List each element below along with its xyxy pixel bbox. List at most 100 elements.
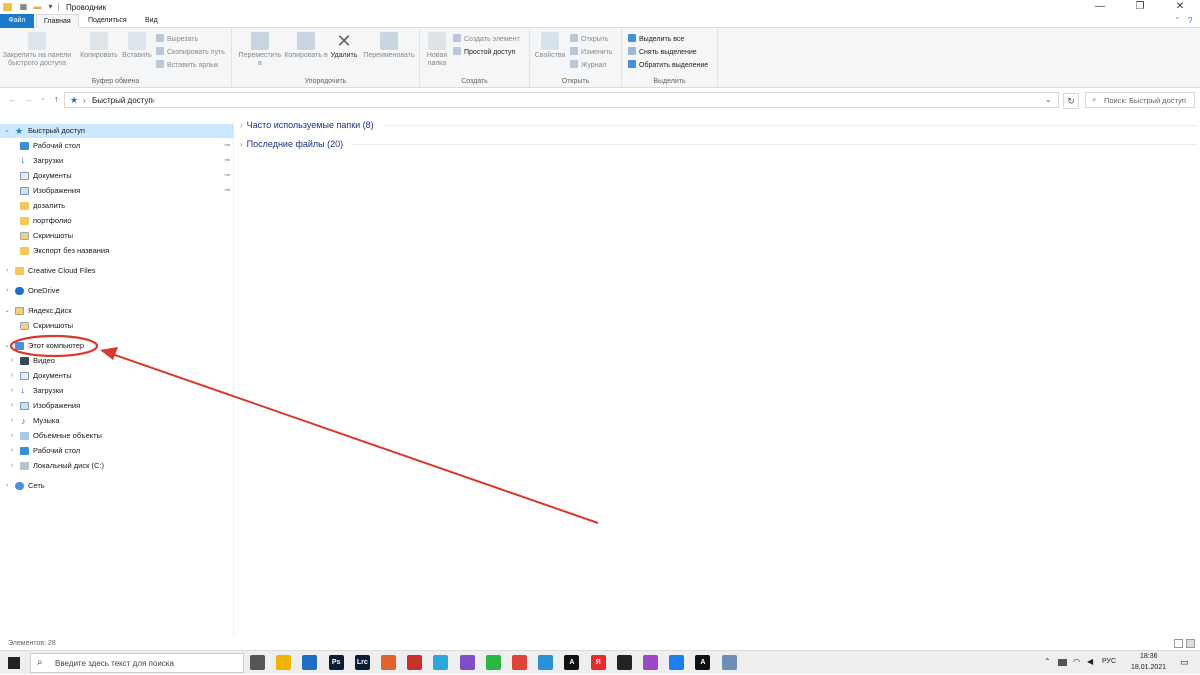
collapsed-chevron-icon[interactable]: › (8, 459, 16, 473)
lightroom-icon[interactable]: Lrc (354, 655, 370, 670)
sidebar-item-desktop[interactable]: Рабочий стол ⊸ (0, 139, 234, 153)
pin-icon[interactable]: ⊸ (224, 184, 230, 198)
new-folder-quick-icon[interactable]: ▬ (33, 2, 42, 11)
collapsed-chevron-icon[interactable]: › (8, 399, 16, 413)
up-arrow-icon[interactable]: ↑ (54, 94, 59, 104)
language-indicator[interactable]: РУС (1102, 658, 1116, 665)
frequent-folders-group[interactable]: › Часто используемые папки (8) (240, 118, 374, 132)
mail-icon[interactable] (302, 655, 318, 670)
app-window-icon[interactable] (721, 655, 737, 670)
wifi-icon[interactable]: ◠ (1073, 657, 1080, 666)
history-button[interactable]: Журнал (570, 60, 607, 71)
pin-icon[interactable]: ⊸ (224, 154, 230, 168)
sidebar-item-onedrive[interactable]: › OneDrive (0, 284, 234, 298)
tab-home[interactable]: Главная (36, 14, 79, 28)
whatsapp-icon[interactable] (485, 655, 501, 670)
sidebar-item-dozalit[interactable]: дозалить (0, 199, 234, 213)
copy-to-button[interactable]: Копировать в (284, 32, 328, 60)
sidebar-item-pictures[interactable]: Изображения ⊸ (0, 184, 234, 198)
select-all-button[interactable]: Выделить все (628, 34, 684, 45)
open-button[interactable]: Открыть (570, 34, 609, 45)
sidebar-item-network[interactable]: › Сеть (0, 479, 234, 493)
sidebar-item-pc-downloads[interactable]: › ↓ Загрузки (0, 384, 234, 398)
select-none-button[interactable]: Снять выделение (628, 47, 697, 58)
firefox-icon[interactable] (669, 655, 685, 670)
collapsed-chevron-icon[interactable]: › (8, 429, 16, 443)
address-field[interactable]: ★ › Быстрый доступ › ⌄ (64, 92, 1059, 108)
app-purple-icon[interactable] (643, 655, 658, 670)
notifications-icon[interactable]: ▭ (1180, 657, 1189, 668)
tab-file[interactable]: Файл (0, 14, 34, 28)
collapsed-chevron-icon[interactable]: › (8, 354, 16, 368)
app-blue-icon[interactable] (538, 655, 554, 670)
sidebar-item-downloads[interactable]: ↓ Загрузки ⊸ (0, 154, 234, 168)
pin-icon[interactable]: ⊸ (224, 169, 230, 183)
tab-share[interactable]: Поделиться (81, 14, 134, 28)
sidebar-item-music[interactable]: › ♪ Музыка (0, 414, 234, 428)
breadcrumb-quick-access[interactable]: Быстрый доступ (92, 96, 153, 105)
explorer-icon[interactable] (276, 655, 292, 670)
sidebar-item-yandex-disk[interactable]: ⌄ Яндекс.Диск (0, 304, 234, 318)
chrome-icon[interactable] (512, 655, 527, 670)
yandex-browser-icon[interactable]: Я (590, 655, 606, 670)
easy-access-button[interactable]: Простой доступ (453, 47, 515, 58)
expanded-chevron-icon[interactable]: ⌄ (3, 339, 11, 353)
expanded-chevron-icon[interactable]: ⌄ (3, 304, 11, 318)
properties-button[interactable]: Свойства (532, 32, 568, 60)
breadcrumb-chevron-icon[interactable]: › (152, 96, 155, 105)
invert-selection-button[interactable]: Обратить выделение (628, 60, 708, 71)
sidebar-item-pc-documents[interactable]: › Документы (0, 369, 234, 383)
sidebar-item-videos[interactable]: › Видео (0, 354, 234, 368)
new-item-button[interactable]: Создать элемент (453, 34, 520, 45)
paste-button[interactable]: Вставить (120, 32, 154, 60)
tab-view[interactable]: Вид (138, 14, 165, 28)
sidebar-item-local-disk-c[interactable]: › Локальный диск (C:) (0, 459, 234, 473)
sidebar-item-this-pc[interactable]: ⌄ Этот компьютер (0, 339, 234, 353)
address-dropdown-icon[interactable]: ⌄ (1045, 95, 1052, 104)
telegram-icon[interactable] (433, 655, 449, 670)
app-orange-icon[interactable] (381, 655, 396, 670)
sidebar-item-export[interactable]: Экспорт без названия (0, 244, 234, 258)
sidebar-item-3d-objects[interactable]: › Объемные объекты (0, 429, 234, 443)
collapsed-chevron-icon[interactable]: › (8, 444, 16, 458)
collapsed-chevron-icon[interactable]: › (8, 369, 16, 383)
details-view-icon[interactable] (1174, 639, 1183, 648)
recent-files-group[interactable]: › Последние файлы (20) (240, 137, 343, 151)
recent-locations-chevron-icon[interactable]: ⌄ (40, 94, 46, 102)
sidebar-item-screenshots[interactable]: Скриншоты (0, 229, 234, 243)
expanded-chevron-icon[interactable]: ⌄ (3, 124, 11, 138)
sidebar-item-pc-desktop[interactable]: › Рабочий стол (0, 444, 234, 458)
pin-icon[interactable]: ⊸ (224, 139, 230, 153)
new-folder-button[interactable]: Новая папка (422, 32, 452, 68)
collapsed-chevron-icon[interactable]: › (8, 414, 16, 428)
taskbar-search-box[interactable]: ⌕ Введите здесь текст для поиска (30, 653, 244, 673)
copy-path-button[interactable]: Скопировать путь (156, 47, 225, 58)
rename-button[interactable]: Переименовать (360, 32, 418, 60)
tray-overflow-chevron-icon[interactable]: ⌃ (1044, 657, 1051, 666)
collapsed-chevron-icon[interactable]: › (3, 284, 11, 298)
restore-button[interactable]: ❐ (1120, 0, 1160, 14)
pin-quick-access-button[interactable]: Закрепить на панели быстрого доступа (2, 32, 72, 68)
app-a-icon[interactable]: A (564, 655, 580, 670)
sidebar-item-quick-access[interactable]: ⌄ ★ Быстрый доступ (0, 124, 234, 138)
edit-button[interactable]: Изменить (570, 47, 613, 58)
move-to-button[interactable]: Переместить в (236, 32, 284, 68)
sidebar-item-creative-cloud[interactable]: › Creative Cloud Files (0, 264, 234, 278)
sidebar-item-yandex-screenshots[interactable]: Скриншоты (0, 319, 234, 333)
clock-date[interactable]: 18.01.2021 (1131, 664, 1166, 671)
speaker-icon[interactable]: ◀ (1087, 657, 1093, 666)
customize-quick-access-icon[interactable]: ▾ (46, 2, 55, 11)
photoshop-icon[interactable]: Ps (328, 655, 344, 670)
ribbon-collapse-icon[interactable]: ⌃ (1174, 16, 1181, 25)
sidebar-item-pc-pictures[interactable]: › Изображения (0, 399, 234, 413)
copy-button[interactable]: Копировать (78, 32, 120, 60)
start-windows-icon[interactable] (8, 657, 20, 669)
sidebar-item-documents[interactable]: Документы ⊸ (0, 169, 234, 183)
sidebar-item-portfolio[interactable]: портфолио (0, 214, 234, 228)
back-arrow-icon[interactable]: ← (8, 94, 17, 104)
tray-app-icon[interactable] (1058, 659, 1067, 666)
app-record-icon[interactable] (616, 655, 632, 670)
search-input[interactable]: ⌕ Поиск: Быстрый доступ (1085, 92, 1195, 108)
collapsed-chevron-icon[interactable]: › (8, 384, 16, 398)
close-button[interactable]: ✕ (1160, 0, 1200, 14)
